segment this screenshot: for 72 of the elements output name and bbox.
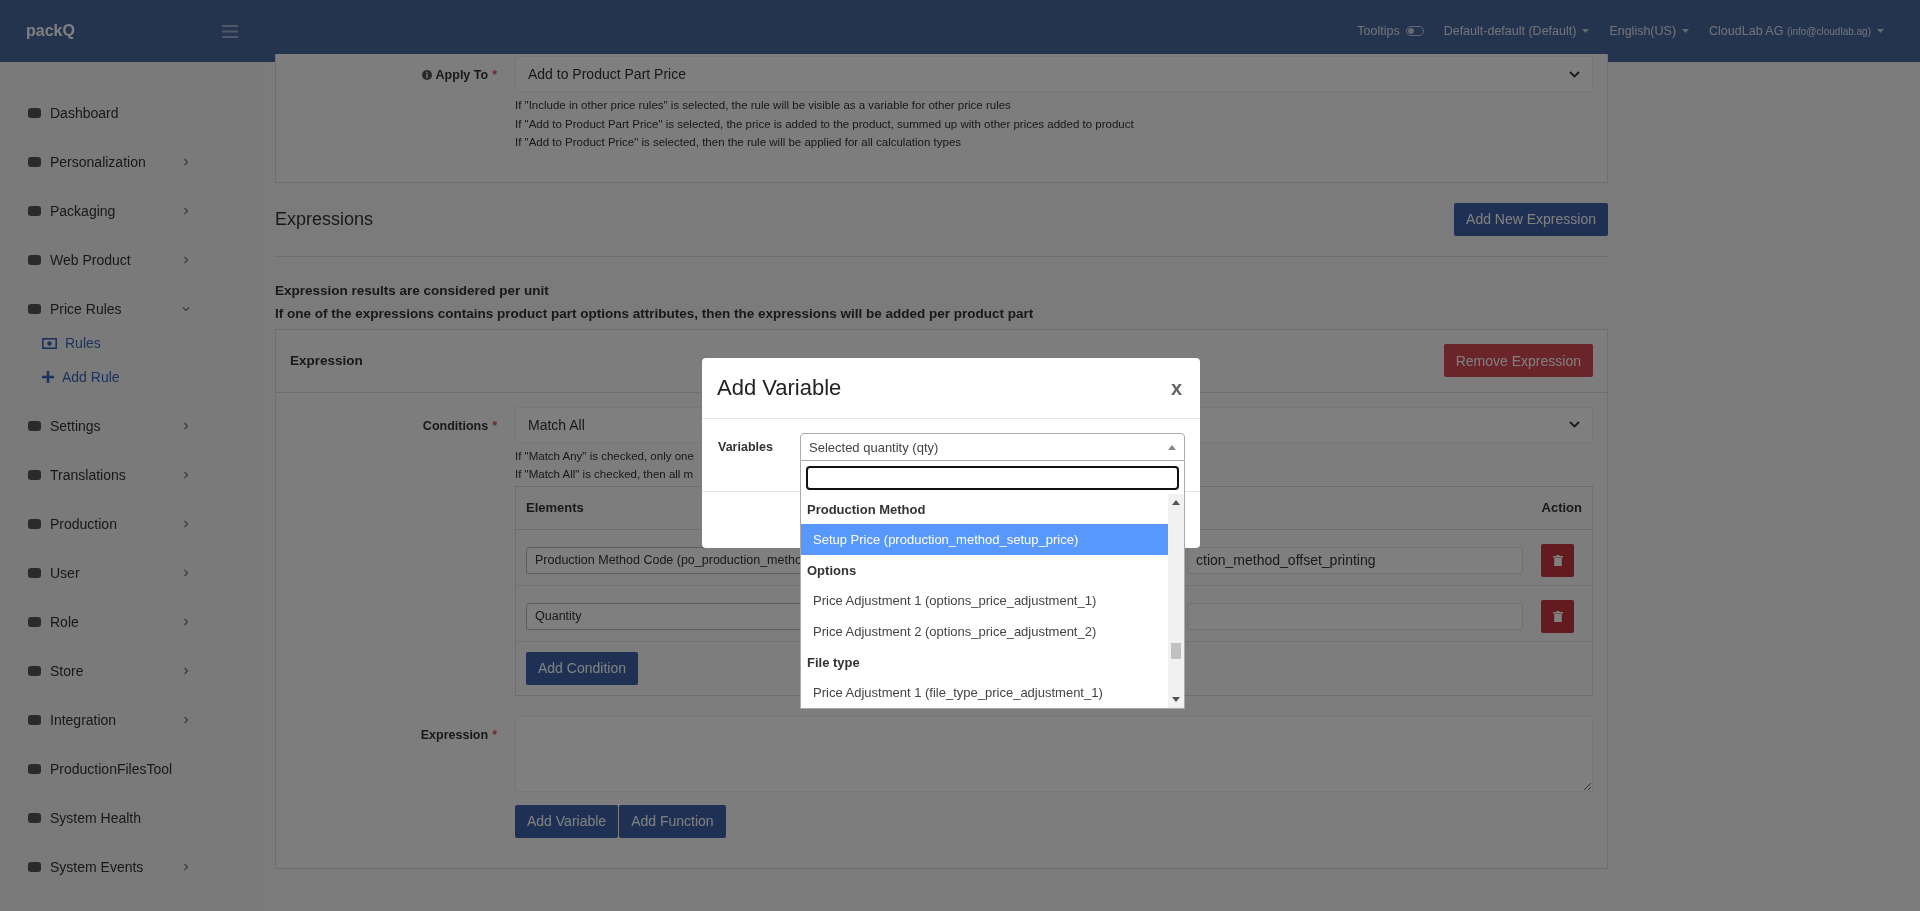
sidebar-item[interactable]: Production bbox=[0, 499, 258, 548]
sidebar-item[interactable]: Integration bbox=[0, 695, 258, 744]
help-text: If "Add to Product Part Price" is selected, the price is added to the product, summed up with other prices added to product bbox=[515, 116, 1134, 132]
toolbar-button[interactable]: Add Function bbox=[619, 804, 726, 838]
chevron-icon bbox=[1569, 70, 1580, 78]
sidebar-item[interactable]: Settings bbox=[0, 401, 258, 450]
dropdown-option[interactable]: Price Adjustment 1 (file_type_price_adjustment_1) bbox=[801, 677, 1168, 708]
logo[interactable]: packQ bbox=[26, 22, 222, 40]
sidebar-item[interactable]: ProductionFilesTool bbox=[0, 744, 258, 793]
help-text: If "Include in other price rules" is selected, the rule will be visible as a variable for other price rules bbox=[515, 98, 1011, 113]
sidebar-item[interactable]: Translations bbox=[0, 450, 258, 499]
field-label: Expression bbox=[420, 727, 489, 742]
sidebar-item[interactable]: Store bbox=[0, 646, 258, 695]
remove-expression-button[interactable]: Remove Expression bbox=[1443, 344, 1593, 377]
menu-icon[interactable] bbox=[222, 24, 238, 38]
help-text: If "Match Any" is checked, only one bbox=[515, 448, 694, 464]
trash-icon bbox=[1552, 610, 1563, 622]
column-header: Elements bbox=[526, 500, 584, 515]
delete-button[interactable] bbox=[1541, 599, 1574, 633]
sidebar-item[interactable]: Role bbox=[0, 597, 258, 646]
sidebar-item[interactable]: System Events bbox=[0, 842, 258, 891]
info-icon bbox=[421, 70, 432, 80]
scrollbar-thumb[interactable] bbox=[1171, 643, 1181, 659]
trash-icon bbox=[1552, 554, 1563, 566]
section-title: Expressions bbox=[275, 208, 374, 230]
sidebar-item[interactable]: Dashboard bbox=[0, 88, 258, 137]
help-text: If "Match All" is checked, then all m bbox=[515, 467, 694, 482]
dropdown-option[interactable]: Setup Price (production_method_setup_price) bbox=[801, 524, 1168, 555]
sidebar-item[interactable]: Web Product bbox=[0, 235, 258, 284]
search-field[interactable] bbox=[806, 466, 1179, 490]
required-mark: * bbox=[492, 727, 497, 742]
dropdown-option[interactable]: Price Adjustment 1 (options_price_adjustment_1) bbox=[801, 585, 1168, 616]
scroll-up-icon[interactable] bbox=[1172, 500, 1180, 505]
language-dropdown[interactable]: English(US) bbox=[1609, 24, 1677, 38]
field-label: Apply To bbox=[435, 68, 489, 82]
card-title: Expression bbox=[290, 353, 363, 368]
required-mark: * bbox=[492, 418, 497, 433]
help-text: If "Add to Product Price" is selected, then the rule will be applied for all calculation types bbox=[515, 135, 962, 150]
delete-button[interactable] bbox=[1541, 543, 1574, 577]
store-dropdown[interactable]: Default-default (Default) bbox=[1443, 24, 1577, 38]
note-text: Expression results are considered per unit bbox=[275, 281, 550, 300]
note-text: If one of the expressions contains product part options attributes, then the expressions will be added per product part bbox=[275, 304, 1035, 323]
scrollbar[interactable] bbox=[1168, 494, 1184, 708]
sidebar-item[interactable]: Personalization bbox=[0, 137, 258, 186]
variables-select[interactable]: Selected quantity (qty) bbox=[800, 433, 1185, 461]
scroll-down-icon[interactable] bbox=[1172, 697, 1180, 702]
dialog-title: Add Variable bbox=[717, 375, 842, 401]
required-mark: * bbox=[492, 68, 497, 82]
sidebar-item[interactable]: System Health bbox=[0, 793, 258, 842]
value-field[interactable]: ction_method_offset_printing bbox=[1187, 546, 1523, 574]
field-label: Conditions bbox=[422, 418, 489, 433]
sidebar-item[interactable]: Packaging bbox=[0, 186, 258, 235]
column-header: Action bbox=[1541, 500, 1582, 515]
add-condition-button[interactable]: Add Condition bbox=[526, 651, 638, 685]
add-new-expression-button[interactable]: Add New Expression bbox=[1454, 202, 1608, 236]
sidebar-item[interactable]: User bbox=[0, 548, 258, 597]
toolbar-button[interactable]: Add Variable bbox=[515, 804, 619, 838]
caret-icon bbox=[1682, 29, 1690, 33]
account-dropdown[interactable]: CloudLab AG (info@cloudlab.ag) bbox=[1709, 24, 1871, 38]
tooltips-label: Tooltips bbox=[1357, 24, 1400, 38]
close-button[interactable]: x bbox=[1166, 376, 1186, 400]
chevron-icon bbox=[1569, 421, 1580, 428]
option-group-label: File type bbox=[806, 653, 861, 672]
dropdown-option[interactable]: Price Adjustment 2 (options_price_adjustment_2) bbox=[801, 616, 1168, 647]
caret-icon bbox=[1877, 29, 1884, 33]
plus-icon bbox=[42, 371, 54, 383]
caret-icon bbox=[1582, 29, 1590, 33]
option-group-label: Options bbox=[806, 561, 858, 580]
apply-to-select[interactable]: Add to Product Part Price bbox=[515, 56, 1593, 92]
option-group-label: Production Method bbox=[806, 500, 927, 519]
sidebar-subitem[interactable]: Add Rule bbox=[0, 360, 258, 394]
field-label: Variables bbox=[718, 439, 774, 454]
